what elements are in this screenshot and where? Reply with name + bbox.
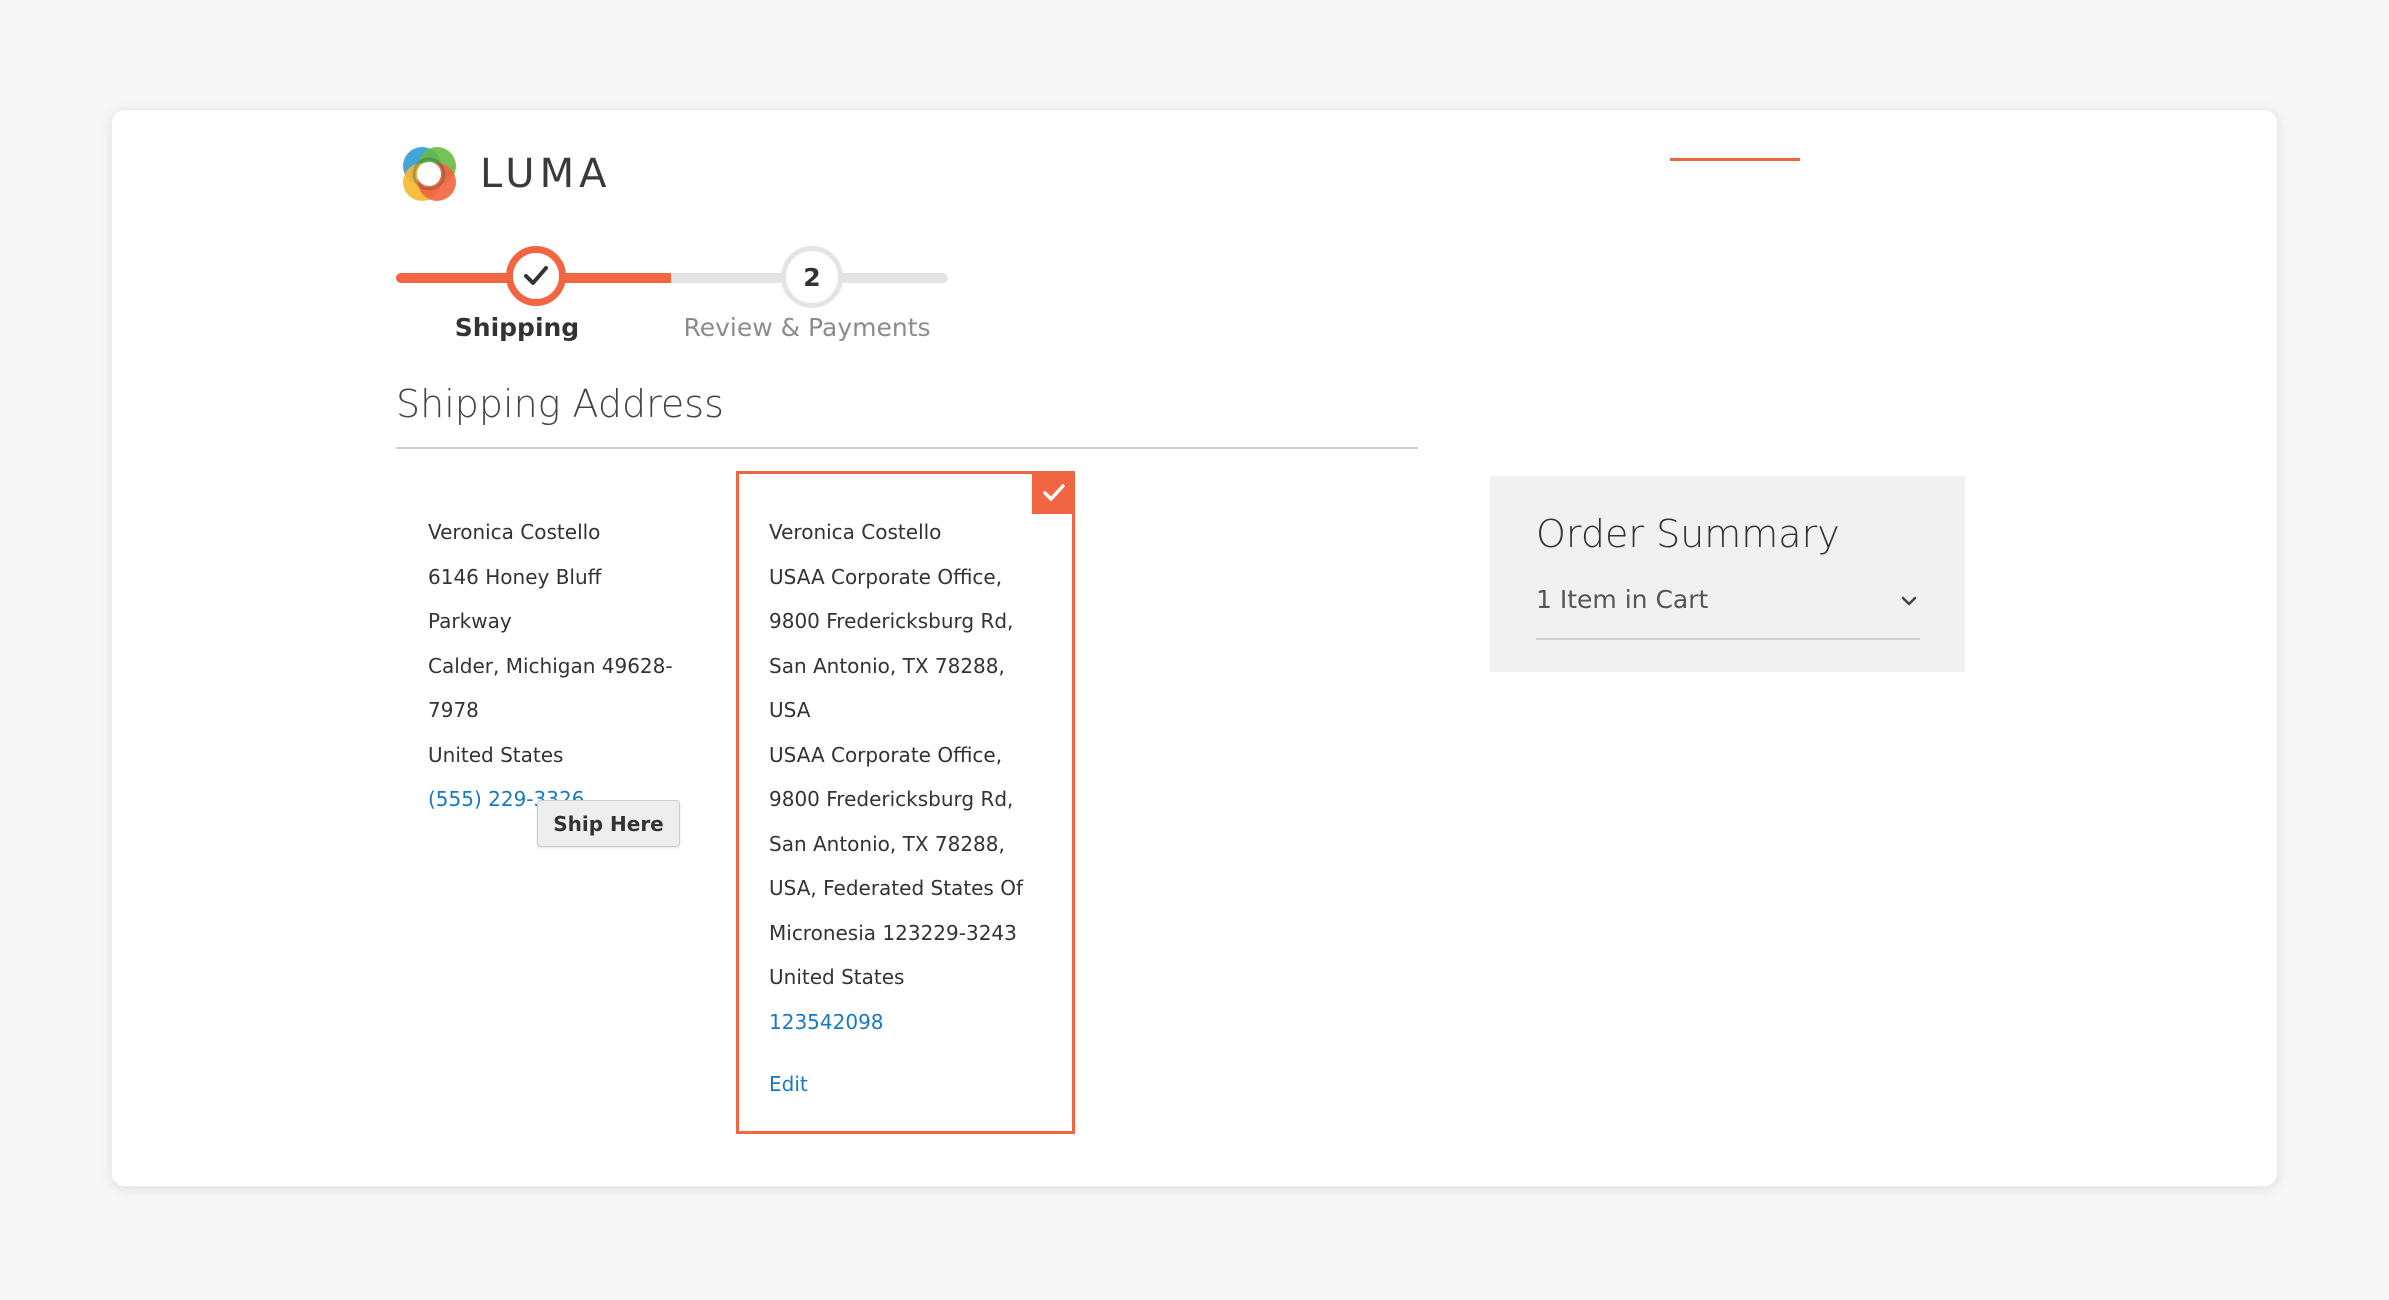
address-details: Veronica Costello USAA Corporate Office,…: [769, 510, 1059, 1044]
address-line: 6146 Honey Bluff Parkway: [428, 564, 602, 634]
address-line: USAA Corporate Office,: [769, 564, 1003, 589]
step-shipping-indicator: [506, 246, 566, 306]
address-line: San Antonio, TX 78288,: [769, 831, 1005, 856]
header-accent-line: [1670, 158, 1800, 161]
address-line: Calder, Michigan 49628-: [428, 653, 673, 678]
step-review-label: Review & Payments: [683, 313, 931, 342]
address-line: 7978: [428, 698, 479, 722]
phone-link[interactable]: 123542098: [769, 1000, 1059, 1045]
step-shipping-label: Shipping: [454, 313, 580, 342]
brand-name[interactable]: LUMA: [480, 142, 611, 206]
order-summary-divider: [1536, 638, 1920, 640]
address-line: USAA Corporate Office,: [769, 742, 1003, 767]
order-summary-title: Order Summary: [1536, 512, 1840, 556]
address-line: United States: [428, 742, 564, 767]
address-line: United States: [769, 965, 905, 989]
chevron-down-icon[interactable]: [1900, 592, 1918, 610]
check-icon: [524, 266, 548, 285]
address-line: 9800 Fredericksburg Rd,: [769, 609, 1014, 633]
selected-badge: [1032, 471, 1075, 514]
address-line: Veronica Costello: [428, 520, 601, 544]
address-card: Veronica Costello 6146 Honey Bluff Parkw…: [428, 510, 688, 822]
address-line: USA, Federated States Of: [769, 876, 1023, 900]
ship-here-button[interactable]: Ship Here: [537, 800, 680, 847]
luma-logo-icon[interactable]: [396, 141, 462, 207]
section-title: Shipping Address: [396, 382, 724, 426]
address-line: USA: [769, 698, 811, 722]
checkout-card: LUMA 2 Shipping Review & Payments Shippi…: [111, 109, 2278, 1187]
order-summary-panel: [1490, 476, 1965, 672]
cart-items-toggle[interactable]: 1 Item in Cart: [1536, 585, 1708, 614]
address-line: San Antonio, TX 78288,: [769, 653, 1005, 678]
check-icon: [1042, 483, 1065, 501]
step-review-indicator: 2: [781, 246, 843, 308]
address-line: Micronesia 123229-3243: [769, 920, 1017, 945]
address-line: Veronica Costello: [769, 520, 942, 544]
section-divider: [396, 447, 1418, 449]
edit-address-link[interactable]: Edit: [769, 1072, 808, 1096]
address-line: 9800 Fredericksburg Rd,: [769, 787, 1014, 811]
